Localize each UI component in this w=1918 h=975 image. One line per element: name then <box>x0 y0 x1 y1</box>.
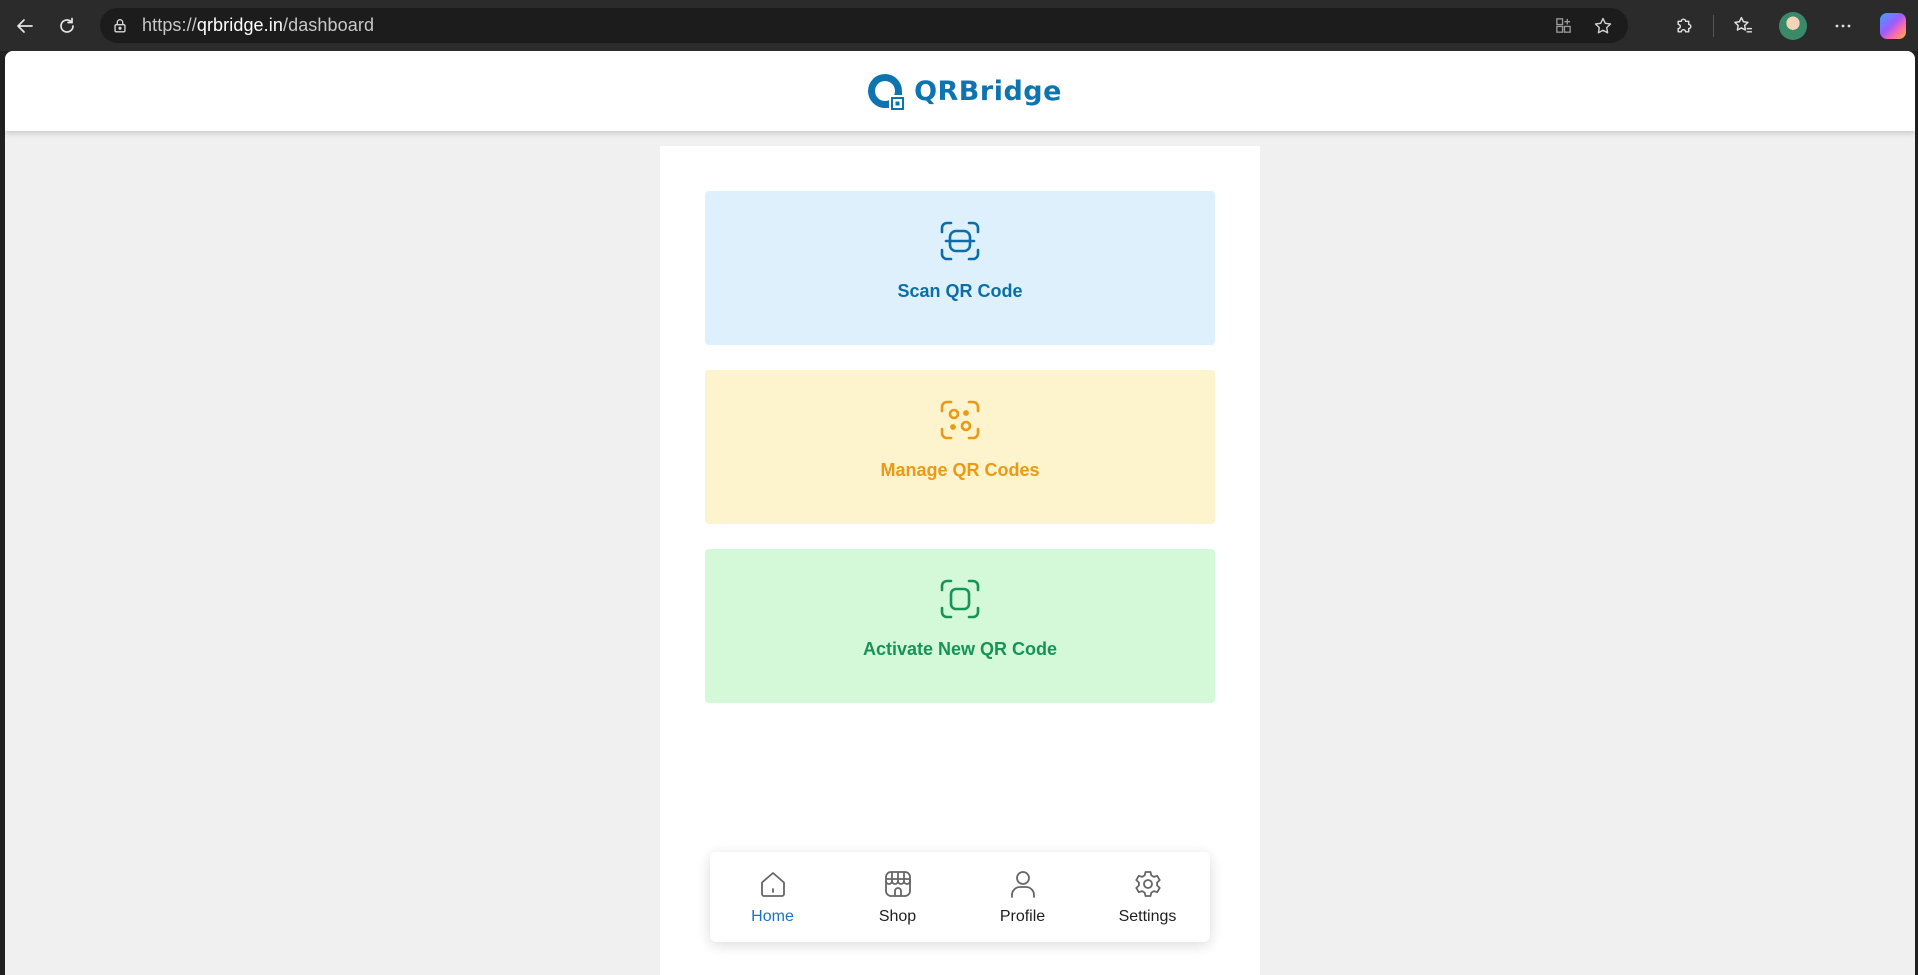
qr-manage-icon <box>940 400 980 440</box>
copilot-button[interactable] <box>1868 0 1918 51</box>
scan-qr-card[interactable]: Scan QR Code <box>705 191 1215 345</box>
shop-icon <box>884 871 911 897</box>
avatar <box>1779 11 1807 40</box>
scan-qr-label: Scan QR Code <box>897 281 1023 301</box>
dashboard-panel: Scan QR Code Manage QR Codes Activate Ne… <box>660 146 1260 975</box>
toolbar-divider <box>1713 14 1714 37</box>
nav-item-settings[interactable]: Settings <box>1098 868 1198 926</box>
url-path: /dashboard <box>282 15 375 35</box>
activate-qr-label: Activate New QR Code <box>862 639 1058 659</box>
refresh-icon <box>60 17 74 33</box>
site-logo[interactable]: QRBridge <box>864 70 1062 112</box>
scan-icon <box>940 221 980 261</box>
url-host: qrbridge.in <box>196 15 283 35</box>
settings-icon <box>1134 871 1161 897</box>
extensions-button[interactable] <box>1659 0 1709 51</box>
logo-text: QRBridge <box>914 75 1062 107</box>
refresh-button[interactable] <box>50 9 84 43</box>
profile-icon <box>1010 871 1035 898</box>
ellipsis-icon <box>1835 24 1851 27</box>
url-scheme: https:// <box>142 15 197 35</box>
favorite-star-icon[interactable] <box>1592 15 1614 37</box>
address-bar[interactable]: https://qrbridge.in/dashboard <box>100 8 1628 43</box>
app-available-icon[interactable] <box>1552 15 1574 37</box>
nav-label-shop: Shop <box>878 908 917 925</box>
favorites-list-icon <box>1733 16 1752 33</box>
profile-button[interactable] <box>1768 0 1818 51</box>
copilot-icon <box>1880 12 1906 39</box>
nav-label-home: Home <box>751 908 794 925</box>
manage-qr-label: Manage QR Codes <box>880 460 1040 480</box>
bottom-navigation: Home Shop Profile Settings <box>710 852 1210 942</box>
qrbridge-logo-icon <box>868 74 907 112</box>
url-text[interactable]: https://qrbridge.in/dashboard <box>142 15 374 36</box>
site-header: QRBridge <box>5 51 1915 131</box>
back-button[interactable] <box>8 9 42 43</box>
manage-qr-card[interactable]: Manage QR Codes <box>705 370 1215 524</box>
home-icon <box>760 872 785 897</box>
activate-qr-card[interactable]: Activate New QR Code <box>705 549 1215 703</box>
site-info-icon[interactable] <box>110 16 130 36</box>
arrow-left-icon <box>17 18 33 33</box>
favorites-button[interactable] <box>1718 0 1768 51</box>
browser-toolbar: https://qrbridge.in/dashboard <box>0 0 1918 51</box>
nav-item-profile[interactable]: Profile <box>973 868 1073 926</box>
qr-activate-icon <box>940 579 980 619</box>
nav-item-shop[interactable]: Shop <box>848 868 948 926</box>
page-viewport: QRBridge Scan QR Code Manage QR Codes Ac… <box>5 51 1915 975</box>
nav-item-home[interactable]: Home <box>723 868 823 926</box>
nav-label-settings: Settings <box>1118 908 1177 925</box>
nav-label-profile: Profile <box>999 908 1046 925</box>
more-button[interactable] <box>1818 0 1868 51</box>
puzzle-icon <box>1676 18 1692 33</box>
